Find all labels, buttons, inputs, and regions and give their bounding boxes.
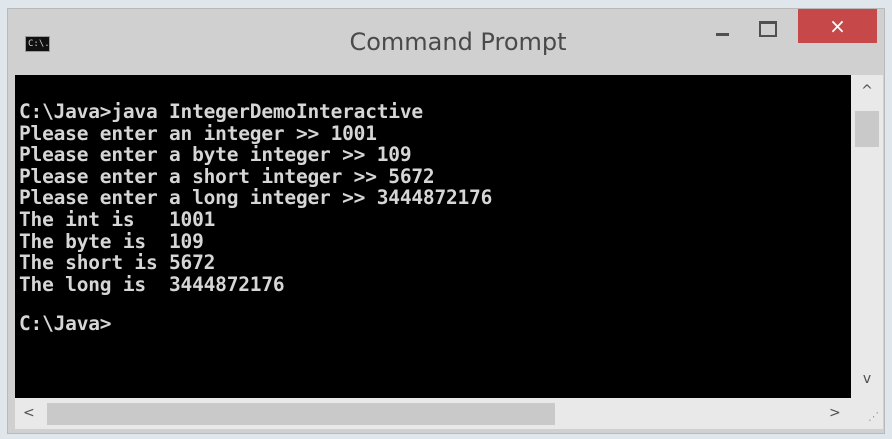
scroll-right-arrow-icon[interactable]: >	[829, 405, 841, 421]
console-line: The short is 5672	[19, 251, 216, 275]
command-prompt-window: C:\. Command Prompt × C:\Java>java Integ…	[7, 8, 885, 434]
title-bar[interactable]: C:\. Command Prompt ×	[8, 9, 884, 76]
vertical-scrollbar[interactable]: ^ v	[851, 75, 883, 398]
scroll-down-arrow-icon[interactable]: v	[851, 371, 883, 387]
console-line: The byte is 109	[19, 229, 204, 253]
resize-grip-icon[interactable]: ⋰	[851, 398, 883, 429]
console-line: Please enter a byte integer >> 109	[19, 143, 412, 167]
console-line: Please enter a short integer >> 5672	[19, 164, 435, 188]
scroll-left-arrow-icon[interactable]: <	[23, 405, 35, 421]
close-icon: ×	[829, 14, 846, 38]
console-line: The int is 1001	[19, 207, 216, 231]
window-title: Command Prompt	[349, 28, 567, 56]
console-line: The long is 3444872176	[19, 272, 285, 296]
console-text: C:\Java>java IntegerDemoInteractive Pleas…	[15, 75, 851, 335]
cmd-icon[interactable]: C:\.	[25, 36, 50, 52]
minimize-icon	[716, 33, 729, 36]
console-prompt[interactable]: C:\Java>	[19, 313, 851, 335]
console-line: C:\Java>java IntegerDemoInteractive	[19, 100, 423, 123]
console-line: Please enter an integer >> 1001	[19, 121, 377, 145]
console-line: Please enter a long integer >> 344487217…	[19, 186, 493, 210]
maximize-icon	[759, 21, 777, 37]
horizontal-scroll-thumb[interactable]	[47, 403, 555, 425]
scroll-up-arrow-icon[interactable]: ^	[851, 83, 883, 99]
console-output[interactable]: C:\Java>java IntegerDemoInteractive Pleas…	[15, 75, 851, 398]
minimize-button[interactable]	[700, 9, 745, 43]
vertical-scroll-thumb[interactable]	[855, 111, 879, 147]
close-button[interactable]: ×	[798, 9, 877, 43]
horizontal-scrollbar[interactable]: < >	[15, 398, 851, 429]
maximize-button[interactable]	[745, 9, 790, 43]
